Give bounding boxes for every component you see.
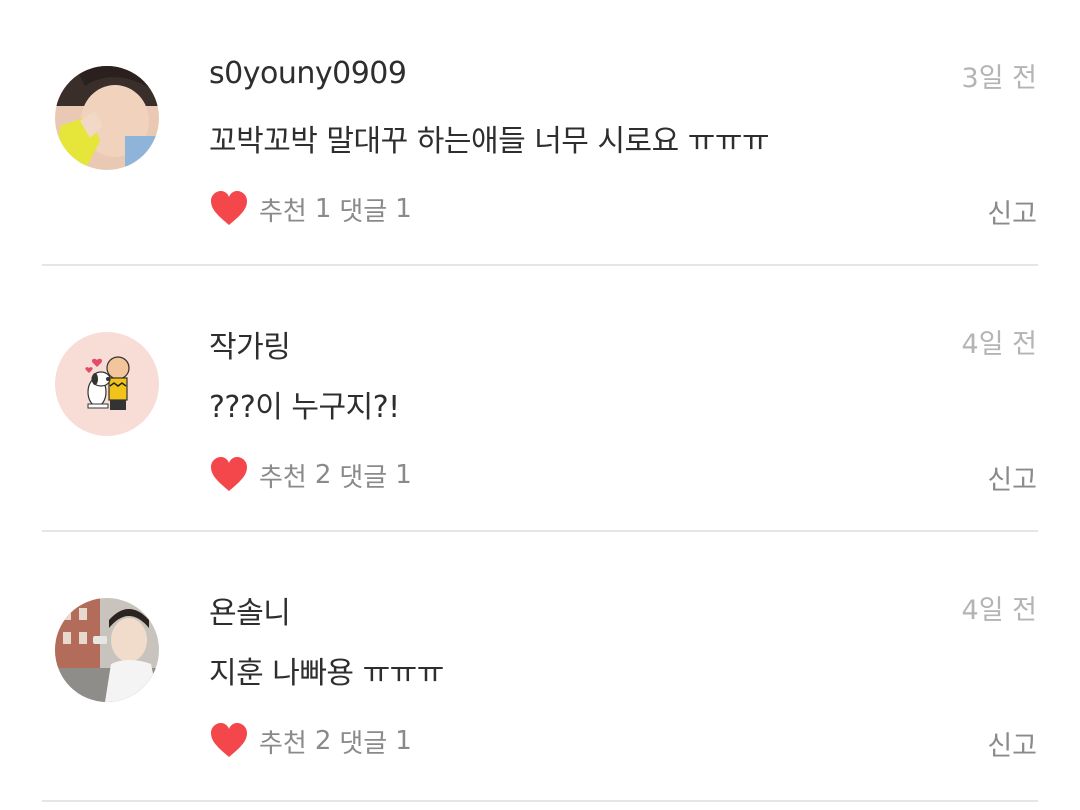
comment-item: s0youny0909 3일 전 꼬박꼬박 말대꾸 하는애들 너무 시로요 ㅠㅠ… — [0, 0, 1080, 266]
report-button[interactable]: 신고 — [987, 458, 1037, 497]
reply-count: 1 — [395, 726, 412, 756]
comment-meta: 추천 1 댓글 1 — [209, 188, 420, 230]
username[interactable]: 작가링 — [209, 322, 291, 366]
heart-icon[interactable] — [209, 189, 249, 229]
like-count: 2 — [314, 726, 332, 756]
comment-text: ???이 누구지?! — [209, 390, 400, 425]
timestamp: 3일 전 — [961, 63, 1037, 94]
report-button[interactable]: 신고 — [987, 192, 1037, 231]
username[interactable]: s0youny0909 — [209, 56, 407, 91]
like-label[interactable]: 추천 — [259, 723, 307, 760]
avatar-photo-image — [55, 66, 159, 170]
comment-meta: 추천 2 댓글 1 — [209, 454, 420, 496]
comment-list: s0youny0909 3일 전 꼬박꼬박 말대꾸 하는애들 너무 시로요 ㅠㅠ… — [0, 0, 1080, 810]
timestamp: 4일 전 — [961, 329, 1037, 360]
avatar[interactable] — [55, 66, 159, 170]
comment-meta: 추천 2 댓글 1 — [209, 720, 420, 762]
reply-count: 1 — [395, 194, 412, 224]
username[interactable]: 욘솔니 — [209, 588, 291, 632]
like-count: 2 — [314, 460, 332, 490]
avatar[interactable] — [55, 598, 159, 702]
comment-text: 지훈 나빠용 ㅠㅠㅠ — [209, 656, 444, 691]
divider — [42, 800, 1038, 802]
like-label[interactable]: 추천 — [259, 457, 307, 494]
like-count: 1 — [314, 194, 332, 224]
comment-item: 욘솔니 4일 전 지훈 나빠용 ㅠㅠㅠ 추천 2 댓글 1 신고 — [0, 532, 1080, 802]
avatar-photo-image — [55, 598, 159, 702]
like-label[interactable]: 추천 — [259, 191, 307, 228]
reply-label[interactable]: 댓글 — [339, 191, 387, 228]
avatar[interactable] — [55, 332, 159, 436]
reply-count: 1 — [395, 460, 412, 490]
report-button[interactable]: 신고 — [987, 724, 1037, 763]
comment-item: 작가링 4일 전 ???이 누구지?! 추천 2 댓글 1 신고 — [0, 266, 1080, 532]
timestamp: 4일 전 — [961, 595, 1037, 626]
heart-icon[interactable] — [209, 455, 249, 495]
heart-icon[interactable] — [209, 721, 249, 761]
reply-label[interactable]: 댓글 — [339, 457, 387, 494]
comment-text: 꼬박꼬박 말대꾸 하는애들 너무 시로요 ㅠㅠㅠ — [209, 124, 770, 159]
reply-label[interactable]: 댓글 — [339, 723, 387, 760]
snoopy-charlie-image — [55, 332, 159, 436]
